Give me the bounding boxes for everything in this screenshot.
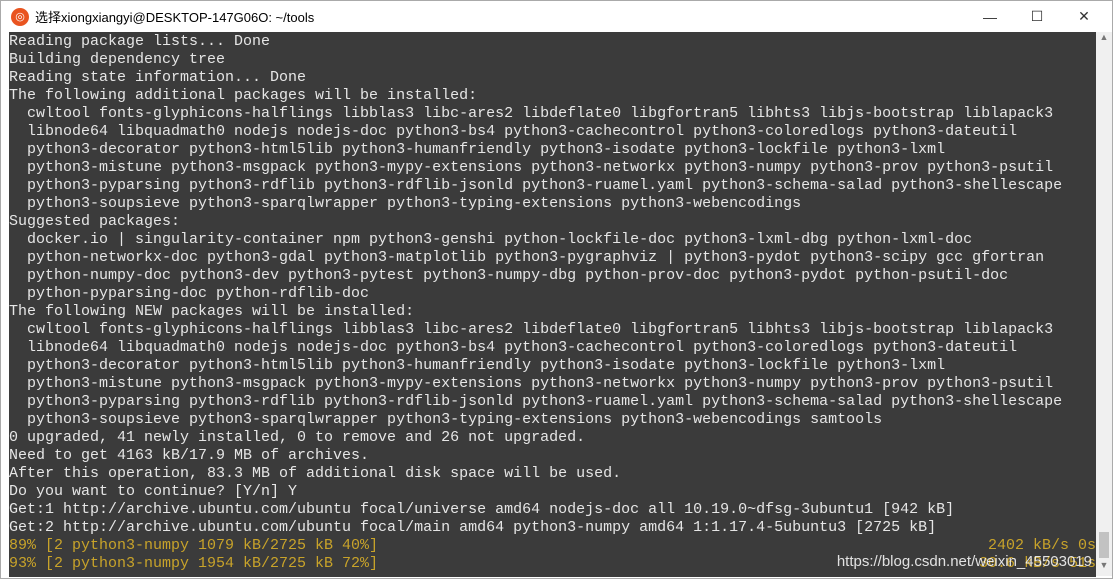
close-button[interactable]: ✕ xyxy=(1061,1,1107,32)
terminal-line: python3-decorator python3-html5lib pytho… xyxy=(9,141,946,158)
terminal-line: Do you want to continue? [Y/n] Y xyxy=(9,483,298,500)
window-title: 选择xiongxiangyi@DESKTOP-147G06O: ~/tools xyxy=(35,10,315,25)
terminal-line: python3-pyparsing python3-rdflib python3… xyxy=(9,393,1063,410)
progress-status: 89% [2 python3-numpy 1079 kB/2725 kB 40%… xyxy=(9,537,379,554)
scrollbar[interactable]: ▲ ▼ xyxy=(1096,32,1112,576)
maximize-button[interactable]: ☐ xyxy=(1014,1,1060,32)
progress-status: 93% [2 python3-numpy 1954 kB/2725 kB 72%… xyxy=(9,555,379,572)
terminal-line: python3-mistune python3-msgpack python3-… xyxy=(9,159,1054,176)
ubuntu-icon: ◎ xyxy=(11,7,29,26)
scroll-up-icon[interactable]: ▲ xyxy=(1096,32,1112,48)
terminal-line: After this operation, 83.3 MB of additio… xyxy=(9,465,622,482)
terminal-line: Get:1 http://archive.ubuntu.com/ubuntu f… xyxy=(9,501,955,518)
terminal-line: The following additional packages will b… xyxy=(9,87,478,104)
minimize-button[interactable]: — xyxy=(967,1,1013,32)
terminal-line: Reading state information... Done xyxy=(9,69,307,86)
terminal-line: python-numpy-doc python3-dev python3-pyt… xyxy=(9,267,1009,284)
scroll-down-icon[interactable]: ▼ xyxy=(1096,560,1112,576)
terminal-line: Get:2 http://archive.ubuntu.com/ubuntu f… xyxy=(9,519,937,536)
terminal-line: cwltool fonts-glyphicons-halflings libbl… xyxy=(9,105,1054,122)
terminal-line: python3-mistune python3-msgpack python3-… xyxy=(9,375,1054,392)
terminal-line: Reading package lists... Done xyxy=(9,33,271,50)
terminal-line: Need to get 4163 kB/17.9 MB of archives. xyxy=(9,447,370,464)
terminal-line: python3-pyparsing python3-rdflib python3… xyxy=(9,177,1063,194)
terminal-output[interactable]: Reading package lists... Done Building de… xyxy=(9,32,1096,577)
terminal-line: Suggested packages: xyxy=(9,213,181,230)
terminal-line: python3-soupsieve python3-sparqlwrapper … xyxy=(9,195,802,212)
terminal-line: The following NEW packages will be insta… xyxy=(9,303,415,320)
terminal-line: docker.io | singularity-container npm py… xyxy=(9,231,973,248)
terminal-line: 0 upgraded, 41 newly installed, 0 to rem… xyxy=(9,429,586,446)
terminal-line: python3-soupsieve python3-sparqlwrapper … xyxy=(9,411,883,428)
terminal-line: python-networkx-doc python3-gdal python3… xyxy=(9,249,1045,266)
terminal-window: ◎ 选择xiongxiangyi@DESKTOP-147G06O: ~/tool… xyxy=(0,0,1113,579)
scrollbar-thumb[interactable] xyxy=(1099,532,1109,558)
title-bar[interactable]: ◎ 选择xiongxiangyi@DESKTOP-147G06O: ~/tool… xyxy=(1,1,1112,32)
terminal-line: python-pyparsing-doc python-rdflib-doc xyxy=(9,285,370,302)
watermark: https://blog.csdn.net/weixin_45503019 xyxy=(836,553,1092,570)
terminal-line: cwltool fonts-glyphicons-halflings libbl… xyxy=(9,321,1054,338)
terminal-line: libnode64 libquadmath0 nodejs nodejs-doc… xyxy=(9,123,1018,140)
terminal-line: python3-decorator python3-html5lib pytho… xyxy=(9,357,946,374)
terminal-line: libnode64 libquadmath0 nodejs nodejs-doc… xyxy=(9,339,1018,356)
terminal-line: Building dependency tree xyxy=(9,51,226,68)
